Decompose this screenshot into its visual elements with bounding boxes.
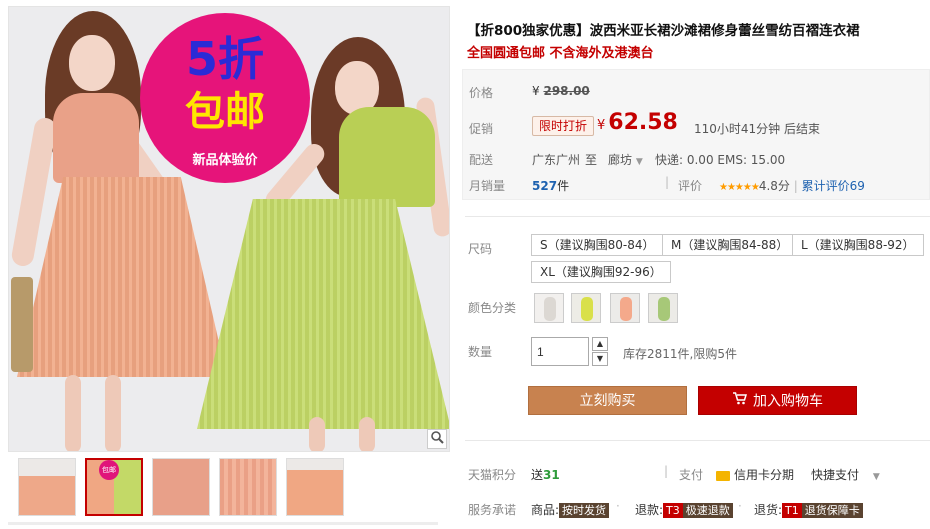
discount-badge: 5折 包邮 新品体验价 [140, 13, 310, 183]
size-option-xl[interactable]: XL（建议胸围92-96） [531, 261, 671, 283]
pay-method: 信用卡分期 [716, 466, 794, 483]
points-label: 天猫积分 [468, 468, 517, 482]
star-rating-icon: ★★★★★ [719, 182, 760, 193]
thumbnail[interactable] [18, 458, 76, 516]
stock-info: 库存2811件,限购5件 [623, 347, 737, 361]
price-panel: 价格 ¥ 298.00 促销 限时打折 ¥62.58 110小时41分钟 后结束… [462, 69, 930, 200]
cart-icon [732, 387, 748, 416]
thumbnail[interactable] [152, 458, 210, 516]
chevron-down-icon: ▼ [635, 157, 643, 167]
product-page: 5折 包邮 新品体验价 包邮 【折800独家优惠】波西米亚长裙沙滩裙修身蕾丝雪纺… [0, 0, 930, 529]
pay-label: 支付 [679, 468, 704, 482]
original-price: ¥ 298.00 [532, 84, 590, 98]
size-option-s[interactable]: S（建议胸围80-84） [531, 234, 664, 256]
review-link[interactable]: 累计评价69 [802, 179, 865, 193]
ship-to-select[interactable]: 廊坊 ▼ [608, 151, 643, 168]
size-label: 尺码 [468, 242, 493, 256]
product-title: 【折800独家优惠】波西米亚长裙沙滩裙修身蕾丝雪纺百褶连衣裙 [467, 23, 860, 39]
badge-price-text: 新品体验价 [192, 153, 258, 168]
service-goods: 商品: 按时发货 [531, 501, 610, 518]
buy-now-button[interactable]: 立刻购买 [528, 386, 687, 415]
rating: ★★★★★4.8分 | 累计评价69 [719, 179, 865, 193]
thumbnail-scrollbar[interactable] [8, 522, 438, 525]
color-option-yellow[interactable] [571, 293, 601, 323]
points-value: 送31 [531, 468, 560, 482]
quantity-input[interactable] [531, 337, 589, 366]
size-option-l[interactable]: L（建议胸围88-92） [792, 234, 924, 256]
chevron-down-icon: ▼ [872, 472, 880, 482]
ship-to-word: 至 [585, 153, 598, 167]
sales-label: 月销量 [469, 179, 506, 193]
promo-tag: 限时打折 [532, 116, 595, 136]
divider: · [738, 499, 742, 513]
divider: | [664, 464, 669, 478]
magnifier-icon[interactable] [427, 429, 447, 449]
color-label: 颜色分类 [468, 301, 517, 315]
service-return: 退货: T1 退货保障卡 [754, 501, 863, 518]
credit-card-icon [716, 470, 730, 481]
shipping-label: 配送 [469, 153, 494, 167]
color-option-white[interactable] [534, 293, 564, 323]
main-product-image[interactable]: 5折 包邮 新品体验价 [8, 6, 450, 452]
divider [465, 216, 930, 217]
thumbnail-strip: 包邮 [18, 458, 438, 516]
quantity-up-button[interactable]: ▲ [592, 337, 608, 351]
rating-label: 评价 [678, 179, 703, 193]
add-to-cart-button[interactable]: 加入购物车 [698, 386, 857, 415]
sales-count: 527件 [532, 179, 570, 193]
color-option-peach[interactable] [610, 293, 640, 323]
ship-from: 广东广州 [532, 153, 581, 167]
divider [465, 440, 930, 441]
price-label: 价格 [469, 86, 494, 100]
thumbnail[interactable] [286, 458, 344, 516]
quantity-down-button[interactable]: ▼ [592, 352, 608, 366]
ship-fee: 快递: 0.00 EMS: 15.00 [655, 153, 786, 167]
thumbnail-selected[interactable]: 包邮 [85, 458, 143, 516]
divider: | [665, 175, 670, 189]
service-label: 服务承诺 [468, 503, 517, 517]
color-option-green[interactable] [648, 293, 678, 323]
thumbnail[interactable] [219, 458, 277, 516]
promo-countdown: 110小时41分钟 后结束 [694, 122, 820, 136]
divider: · [616, 499, 620, 513]
badge-freeship-text: 包邮 [185, 89, 265, 135]
promo-price: ¥62.58 [597, 110, 678, 135]
quantity-label: 数量 [468, 345, 493, 359]
thumbnail-pin-badge: 包邮 [99, 460, 119, 480]
size-option-m[interactable]: M（建议胸围84-88） [662, 234, 798, 256]
service-refund: 退款: T3 极速退款 [635, 501, 733, 518]
add-to-cart-label: 加入购物车 [753, 393, 823, 410]
promo-label: 促销 [469, 122, 494, 136]
pay-fast-select[interactable]: 快捷支付 ▼ [811, 466, 880, 483]
product-subtitle: 全国圆通包邮 不含海外及港澳台 [467, 46, 654, 61]
